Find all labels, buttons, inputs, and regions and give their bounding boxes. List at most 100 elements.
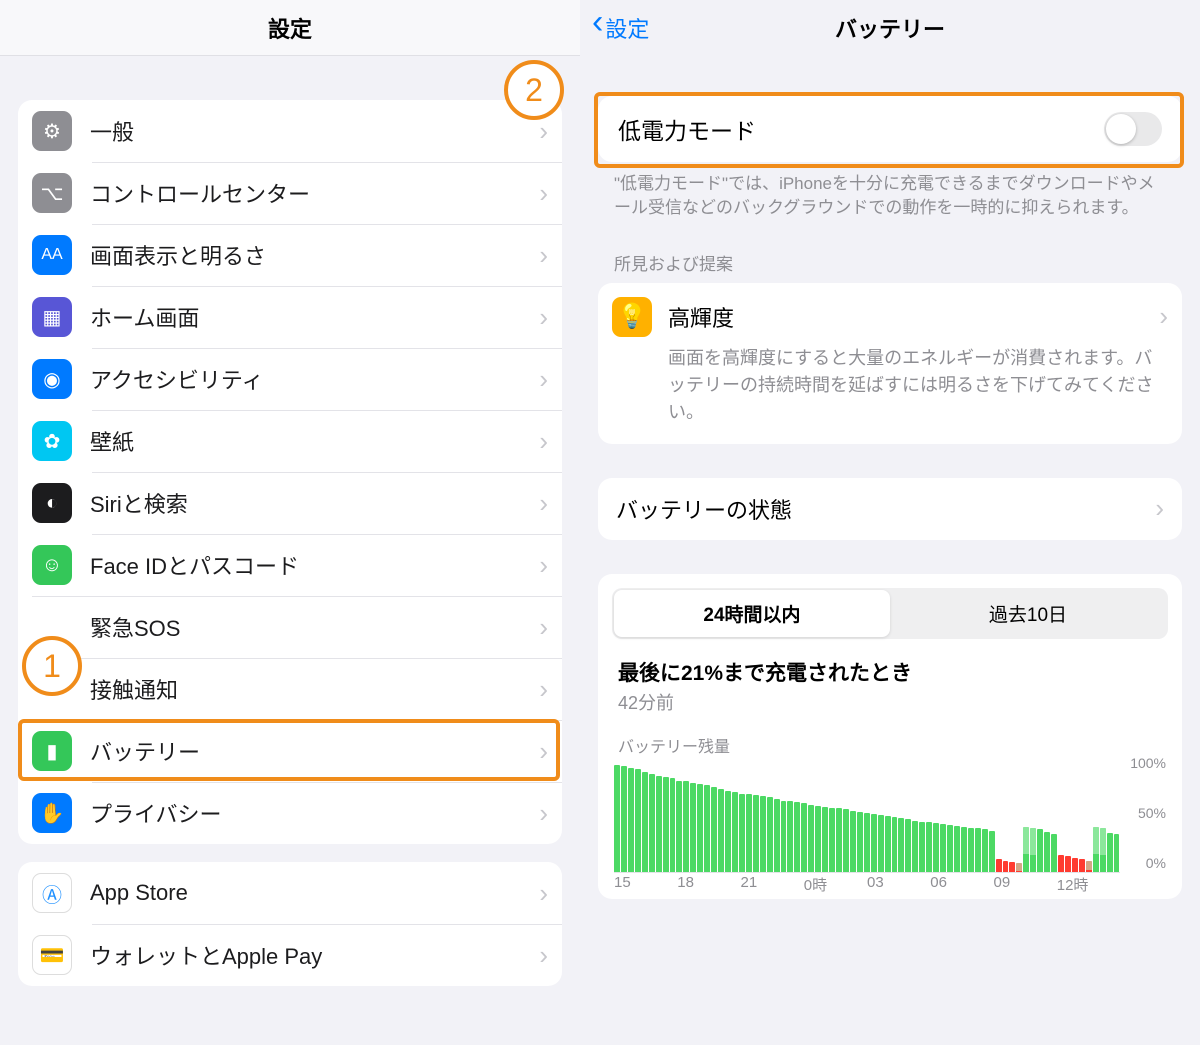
xtick: 12時 (1057, 874, 1120, 895)
chart-bar (829, 808, 835, 871)
settings-row-9[interactable]: 接触通知› (18, 658, 562, 720)
chart-bar (753, 795, 759, 872)
chart-bar (871, 814, 877, 872)
chart-bar (1016, 863, 1022, 872)
settings-row-person[interactable]: ◉アクセシビリティ› (18, 348, 562, 410)
settings-row-A[interactable]: ⒶApp Store› (18, 862, 562, 924)
chart-bar (926, 822, 932, 872)
settings-row-gear[interactable]: ⚙︎一般› (18, 100, 562, 162)
chart-bar (1044, 832, 1050, 872)
chart-bar (1051, 834, 1057, 872)
low-power-label: 低電力モード (618, 112, 1104, 146)
chart-bar (760, 796, 766, 871)
last-charge-subtitle: 42分前 (612, 687, 1168, 725)
chart-bar (656, 776, 662, 871)
chart-bar (801, 803, 807, 872)
chart-bar (725, 791, 731, 872)
chart-bar (711, 787, 717, 871)
face-icon: ☺ (32, 545, 72, 585)
suggestion-body: 画面を高輝度にすると大量のエネルギーが消費されます。バッテリーの持続時間を延ばす… (598, 345, 1182, 444)
row-label: プライバシー (90, 797, 539, 829)
seg-10d[interactable]: 過去10日 (890, 590, 1166, 637)
xtick: 21 (741, 874, 804, 895)
settings-row-flower[interactable]: ✿壁紙› (18, 410, 562, 472)
xtick: 03 (867, 874, 930, 895)
settings-row-switches[interactable]: ⌥コントロールセンター› (18, 162, 562, 224)
ytick-100: 100% (1130, 755, 1166, 771)
chart-bar (787, 801, 793, 872)
chart-bar (781, 801, 787, 872)
chart-bar (940, 824, 946, 872)
chart-bar (885, 816, 891, 872)
chart-bar (822, 807, 828, 871)
settings-row-grid[interactable]: ▦ホーム画面› (18, 286, 562, 348)
chart-bar (996, 859, 1002, 871)
chart-bar (975, 828, 981, 871)
chart-bar (649, 774, 655, 872)
chevron-right-icon: › (539, 798, 548, 829)
low-power-mode-row[interactable]: 低電力モード (598, 96, 1182, 162)
settings-row-AA[interactable]: AA画面表示と明るさ› (18, 224, 562, 286)
time-range-segment: 24時間以内 過去10日 (612, 588, 1168, 639)
low-power-description: "低電力モード"では、iPhoneを十分に充電できるまでダウンロードやメール受信… (580, 162, 1200, 220)
chart-bar (843, 809, 849, 871)
chevron-right-icon: › (539, 488, 548, 519)
annotation-2: 2 (504, 60, 564, 120)
chart-bar (1079, 859, 1085, 871)
chart-bar (919, 822, 925, 872)
row-label: Siriと検索 (90, 487, 539, 519)
back-label: 設定 (605, 12, 649, 44)
chevron-left-icon (592, 15, 603, 41)
chart-bar (704, 785, 710, 872)
suggestion-card[interactable]: 💡 高輝度 › 画面を高輝度にすると大量のエネルギーが消費されます。バッテリーの… (598, 283, 1182, 444)
annotation-1: 1 (22, 636, 82, 696)
switches-icon: ⌥ (32, 173, 72, 213)
settings-row-face[interactable]: ☺Face IDとパスコード› (18, 534, 562, 596)
seg-24h[interactable]: 24時間以内 (614, 590, 890, 637)
chevron-right-icon: › (539, 612, 548, 643)
row-label: 接触通知 (90, 673, 539, 705)
row-label: ホーム画面 (90, 301, 539, 333)
chart-bar (1065, 856, 1071, 872)
chart-bar (718, 789, 724, 871)
chart-bar (989, 831, 995, 872)
chart-bar (1086, 861, 1092, 872)
chart-bar (1072, 858, 1078, 871)
A-icon: Ⓐ (32, 873, 72, 913)
suggestion-title: 高輝度 (668, 301, 1159, 333)
settings-row-hand[interactable]: ✋ プライバシー› (18, 782, 562, 844)
chart-bar (1030, 828, 1036, 871)
siri-icon: ◐ (32, 483, 72, 523)
chart-bar (794, 802, 800, 872)
chart-bar (663, 777, 669, 871)
settings-row-wallet[interactable]: 💳ウォレットとApple Pay› (18, 924, 562, 986)
chart-bar (642, 772, 648, 872)
chevron-right-icon: › (539, 878, 548, 909)
chart-bar (954, 826, 960, 872)
chart-bar (690, 783, 696, 872)
xtick: 18 (677, 874, 740, 895)
low-power-toggle[interactable] (1104, 112, 1162, 146)
row-label: コントロールセンター (90, 177, 539, 209)
chart-bar (767, 797, 773, 871)
chart-bar (947, 825, 953, 872)
chart-bar (898, 818, 904, 871)
chart-bar (1009, 862, 1015, 872)
battery-chart: 100% 50% 0% 1518210時03060912時 (614, 761, 1166, 891)
settings-row-8[interactable]: 緊急SOS› (18, 596, 562, 658)
hand-icon: ✋ (32, 793, 72, 833)
settings-row-battery[interactable]: ▮バッテリー› (18, 720, 562, 782)
chart-bar (836, 808, 842, 871)
settings-group-1: ⚙︎一般› ⌥ コントロールセンター › AA画面表示と明るさ›▦ホーム画面›◉アクセシ… (18, 100, 562, 844)
chart-bar (697, 784, 703, 872)
chart-bar (746, 794, 752, 872)
battery-health-row[interactable]: バッテリーの状態 › (598, 478, 1182, 540)
chart-bar (982, 829, 988, 871)
back-button[interactable]: 設定 (592, 12, 649, 44)
chart-bar (815, 806, 821, 871)
settings-row-siri[interactable]: ◐ Siriと検索› (18, 472, 562, 534)
chart-bar (670, 778, 676, 871)
right-header: 設定 バッテリー (580, 0, 1200, 56)
AA-icon: AA (32, 235, 72, 275)
chart-bar (1100, 828, 1106, 871)
